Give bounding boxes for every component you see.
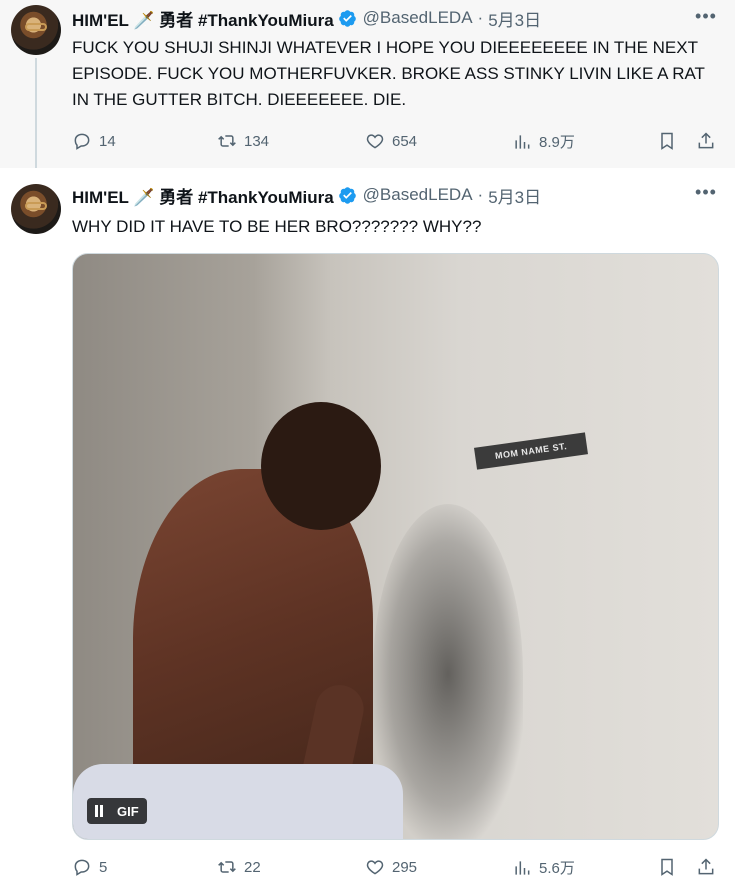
retweet-button[interactable]: 22	[217, 857, 261, 877]
reply-button[interactable]: 14	[72, 131, 116, 151]
views-count: 5.6万	[539, 860, 575, 877]
verified-icon	[338, 9, 356, 27]
retweet-count: 22	[244, 858, 261, 876]
timestamp[interactable]: 5月3日	[488, 183, 541, 208]
share-button[interactable]	[696, 857, 723, 877]
handle[interactable]: @BasedLEDA	[363, 8, 473, 28]
thread-line	[35, 58, 37, 176]
display-name[interactable]: HIM'EL 🗡️ 勇者 #ThankYouMiura	[72, 6, 334, 31]
like-button[interactable]: 295	[365, 857, 417, 877]
like-count: 295	[392, 858, 418, 876]
avatar[interactable]	[11, 5, 61, 55]
gif-badge[interactable]: GIF	[87, 798, 147, 824]
bookmark-button[interactable]	[657, 131, 684, 151]
wall-sign: MOM NAME ST.	[474, 432, 588, 470]
avatar[interactable]	[11, 184, 61, 234]
reply-icon	[74, 859, 90, 876]
tweet-1[interactable]: HIM'EL 🗡️ 勇者 #ThankYouMiura @BasedLEDA ·…	[0, 0, 735, 168]
views-count: 8.9万	[539, 134, 575, 151]
share-icon	[698, 132, 714, 149]
person-head	[261, 402, 381, 530]
bookmark-button[interactable]	[657, 857, 684, 877]
retweet-icon	[218, 861, 236, 873]
verified-icon	[338, 186, 356, 204]
share-button[interactable]	[696, 131, 723, 151]
retweet-count: 134	[244, 132, 270, 150]
reply-icon	[74, 133, 90, 150]
views-icon	[515, 134, 530, 149]
retweet-button[interactable]: 134	[217, 131, 269, 151]
more-icon[interactable]: •••	[695, 183, 717, 206]
like-count: 654	[392, 132, 418, 150]
handle[interactable]: @BasedLEDA	[363, 185, 473, 205]
views-button[interactable]: 8.9万	[512, 131, 575, 152]
tweet-text: WHY DID IT HAVE TO BE HER BRO??????? WHY…	[72, 217, 482, 236]
action-bar: 5 22 295 5.6万	[72, 857, 722, 879]
timestamp[interactable]: 5月3日	[488, 6, 541, 31]
reply-count: 14	[99, 132, 116, 150]
like-button[interactable]: 654	[365, 131, 417, 151]
gif-media[interactable]: MOM NAME ST. GIF	[72, 253, 719, 840]
separator: ·	[477, 8, 484, 27]
gif-label: GIF	[117, 803, 139, 819]
bookmark-icon	[661, 858, 673, 876]
reply-count: 5	[99, 858, 108, 876]
separator: ·	[477, 185, 484, 204]
action-bar: 14 134 654 8.9万	[72, 131, 722, 153]
like-icon	[366, 860, 384, 875]
more-icon[interactable]: •••	[695, 7, 717, 30]
reply-button[interactable]: 5	[72, 857, 107, 877]
tweet-text: FUCK YOU SHUJI SHINJI WHATEVER I HOPE YO…	[72, 38, 705, 109]
tweet-2[interactable]: HIM'EL 🗡️ 勇者 #ThankYouMiura @BasedLEDA ·…	[0, 168, 735, 888]
bookmark-icon	[661, 132, 673, 150]
tweet-header: HIM'EL 🗡️ 勇者 #ThankYouMiura @BasedLEDA ·…	[72, 183, 541, 207]
views-icon	[515, 860, 530, 875]
pause-icon[interactable]	[93, 805, 105, 817]
like-icon	[366, 134, 384, 149]
tweet-header: HIM'EL 🗡️ 勇者 #ThankYouMiura @BasedLEDA ·…	[72, 6, 541, 30]
display-name[interactable]: HIM'EL 🗡️ 勇者 #ThankYouMiura	[72, 183, 334, 208]
views-button[interactable]: 5.6万	[512, 857, 575, 878]
share-icon	[698, 858, 714, 875]
retweet-icon	[218, 135, 236, 147]
